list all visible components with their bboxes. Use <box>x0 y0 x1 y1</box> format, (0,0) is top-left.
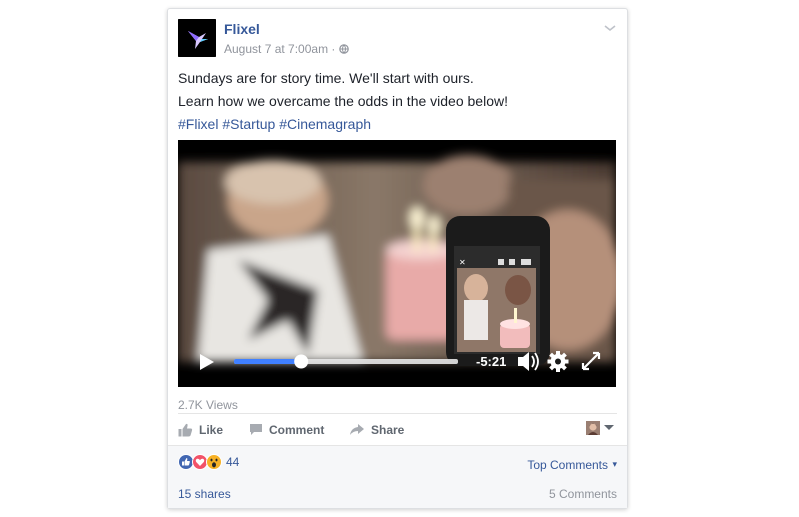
reaction-count[interactable]: 44 <box>226 455 239 469</box>
post-text: Sundays are for story time. We'll start … <box>178 67 617 136</box>
globe-icon <box>338 44 349 54</box>
meta-separator: · <box>331 42 336 56</box>
hashtag-link[interactable]: #Startup <box>222 116 275 132</box>
shares-count-link[interactable]: 15 shares <box>178 487 231 501</box>
post-card: Flixel August 7 at 7:00am · Sundays are … <box>167 8 628 509</box>
shares-bar: 15 shares 5 Comments <box>168 479 627 508</box>
progress-bar[interactable] <box>234 354 458 369</box>
fullscreen-icon[interactable] <box>581 351 601 371</box>
reactions-bar: 44 Top Comments ▾ <box>168 445 627 480</box>
caret-down-icon <box>604 425 614 430</box>
hashtag-list: #Flixel #Startup #Cinemagraph <box>178 113 617 136</box>
hashtag-link[interactable]: #Cinemagraph <box>279 116 371 132</box>
hashtag-link[interactable]: #Flixel <box>178 116 218 132</box>
top-comments-dropdown[interactable]: Top Comments ▾ <box>527 456 617 474</box>
hummingbird-logo-icon <box>178 19 216 57</box>
top-comments-caret: ▾ <box>612 459 617 469</box>
volume-icon[interactable] <box>518 352 539 371</box>
action-bar: Like Comment Share <box>178 413 617 445</box>
play-icon[interactable] <box>200 354 214 370</box>
top-comments-label: Top Comments <box>527 458 609 472</box>
page-avatar[interactable] <box>178 19 216 57</box>
gear-icon[interactable] <box>547 351 569 372</box>
post-header: Flixel August 7 at 7:00am · <box>178 19 617 59</box>
thumbs-up-icon <box>178 423 193 436</box>
comment-button[interactable]: Comment <box>249 414 324 445</box>
share-label: Share <box>371 422 405 437</box>
video-controls <box>200 351 601 372</box>
like-button[interactable]: Like <box>178 414 223 445</box>
post-as-selector[interactable] <box>586 421 615 435</box>
share-button[interactable]: Share <box>349 414 404 445</box>
share-arrow-icon <box>350 424 364 435</box>
wow-reaction-icon <box>206 454 222 470</box>
video-time-remaining: -5:21 <box>476 354 507 369</box>
view-count: 2.7K Views <box>178 398 238 412</box>
chevron-down-icon[interactable] <box>603 23 617 33</box>
like-label: Like <box>199 422 224 437</box>
post-meta: August 7 at 7:00am · <box>224 42 349 56</box>
comments-count-link[interactable]: 5 Comments <box>549 487 617 501</box>
comment-icon <box>250 424 262 435</box>
reaction-summary[interactable]: 44 <box>178 454 239 470</box>
post-timestamp[interactable]: August 7 at 7:00am <box>224 42 328 56</box>
comment-label: Comment <box>269 422 325 437</box>
user-avatar-icon <box>586 421 600 435</box>
video-player[interactable]: ✕ -5:21 <box>178 140 616 387</box>
post-line-2: Learn how we overcame the odds in the vi… <box>178 93 508 109</box>
post-line-1: Sundays are for story time. We'll start … <box>178 70 474 86</box>
page-name-link[interactable]: Flixel <box>224 21 260 37</box>
